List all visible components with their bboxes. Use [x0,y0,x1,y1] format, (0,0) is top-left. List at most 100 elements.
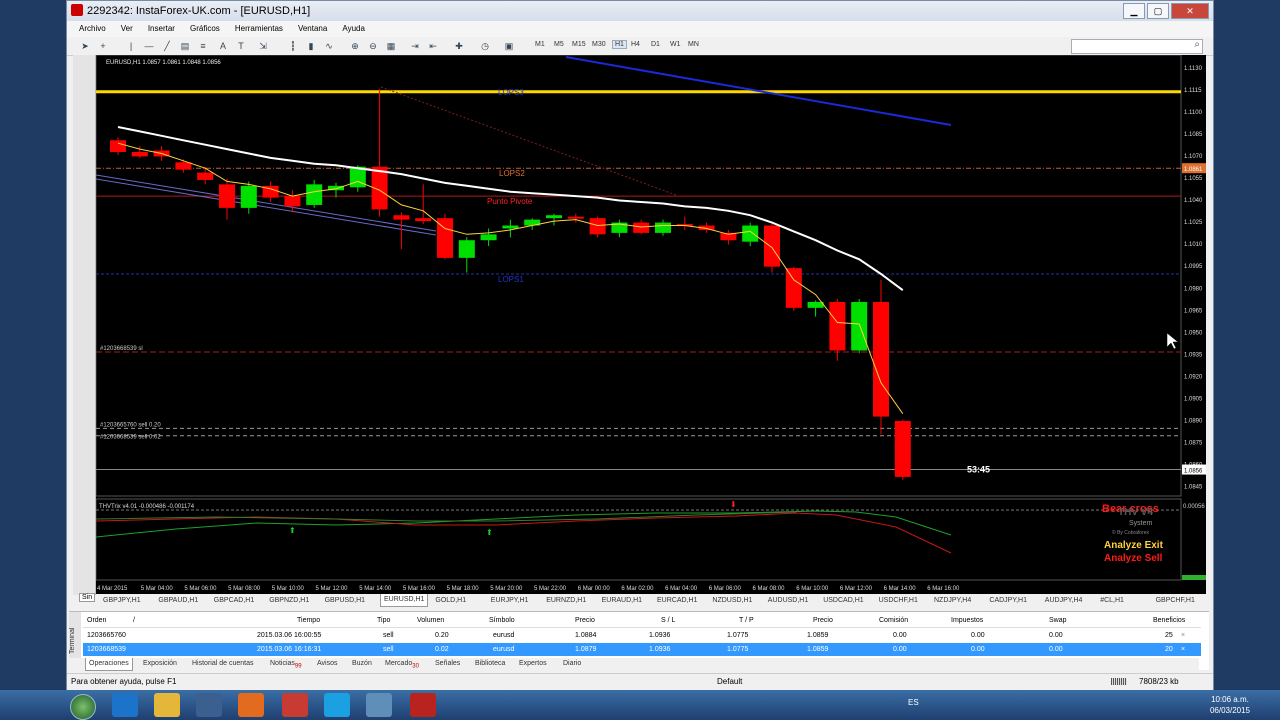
templates-icon[interactable]: ▣ [503,40,515,52]
close-button[interactable]: ✕ [1171,3,1209,19]
crosshair-icon[interactable]: + [97,40,109,52]
trendline-icon[interactable]: ╱ [161,40,173,52]
symbol-tab-gbpnzdh1[interactable]: GBPNZD,H1 [269,595,309,607]
explorer-icon[interactable] [154,693,180,717]
tf-h1[interactable]: H1 [612,40,627,49]
symbol-tab-audusdh1[interactable]: AUDUSD,H1 [768,595,808,607]
tf-m30[interactable]: M30 [592,41,606,48]
tf-m15[interactable]: M15 [572,41,586,48]
tf-m5[interactable]: M5 [554,41,564,48]
symbol-tab-usdchfh1[interactable]: USDCHF,H1 [879,595,918,607]
menu-ver[interactable]: Ver [121,21,133,37]
minimize-button[interactable]: ▁ [1123,3,1145,19]
col-precio[interactable]: Precio [575,614,595,627]
tab-operaciones[interactable]: Operaciones [85,658,133,671]
tab-exposicin[interactable]: Exposición [143,658,177,670]
chart-shift-icon[interactable]: ⇤ [427,40,439,52]
search-input[interactable]: ⌕ [1071,39,1203,54]
clock[interactable]: 10:06 a.m. 06/03/2015 [1210,694,1250,716]
symbol-tab-gbpchfh1[interactable]: GBPCHF,H1 [1156,595,1195,607]
tab-expertos[interactable]: Expertos [519,658,547,670]
maximize-button[interactable]: ▢ [1147,3,1169,19]
tf-w1[interactable]: W1 [670,41,681,48]
tile-icon[interactable]: ▦ [385,40,397,52]
col-impuestos[interactable]: Impuestos [951,614,983,627]
bar-chart-icon[interactable]: ┇ [287,40,299,52]
symbol-tab-goldh1[interactable]: GOLD,H1 [435,595,466,607]
col-tipo[interactable]: Tipo [377,614,390,627]
text-icon[interactable]: A [217,40,229,52]
tf-mn[interactable]: MN [688,41,699,48]
tab-buzn[interactable]: Buzón [352,658,372,670]
cursor-icon[interactable]: ➤ [79,40,91,52]
tab-seales[interactable]: Señales [435,658,460,670]
col-comision[interactable]: Comisión [879,614,908,627]
menu-ventana[interactable]: Ventana [298,21,327,37]
col-beneficios[interactable]: Beneficios [1153,614,1185,627]
metatrader-icon[interactable] [410,693,436,717]
zoom-out-icon[interactable]: ⊖ [367,40,379,52]
chart-canvas[interactable]: 1.1130 1.1115 1.1100 1.1085 1.1070 1.1055 1.10… [96,55,1206,594]
autoscroll-icon[interactable]: ⇥ [409,40,421,52]
menu-graficos[interactable]: Gráficos [190,21,220,37]
symbol-tab-eurusdh1[interactable]: EURUSD,H1 [380,594,429,607]
symbol-tab-gbpusdh1[interactable]: GBPUSD,H1 [325,595,365,607]
symbol-tab-gbpjpyh1[interactable]: GBPJPY,H1 [103,595,141,607]
col-tp[interactable]: T / P [739,614,754,627]
tf-d1[interactable]: D1 [651,41,660,48]
menu-ayuda[interactable]: Ayuda [342,21,365,37]
horizontal-line-icon[interactable]: — [143,40,155,52]
col-precio2[interactable]: Precio [813,614,833,627]
symbol-tab-audjpyh4[interactable]: AUDJPY,H4 [1045,595,1083,607]
tab-noticias[interactable]: Noticias99 [270,658,302,672]
symbol-tab-nzdusdh1[interactable]: NZDUSD,H1 [712,595,752,607]
symbol-tab-euraudh1[interactable]: EURAUD,H1 [602,595,642,607]
menu-insertar[interactable]: Insertar [148,21,175,37]
symbol-tab-cadjpyh1[interactable]: CADJPY,H1 [989,595,1027,607]
col-sl[interactable]: S / L [661,614,675,627]
col-orden[interactable]: Orden [87,614,106,627]
col-volumen[interactable]: Volumen [417,614,444,627]
navigator-strip[interactable] [73,55,96,595]
symbol-tab-clh1[interactable]: #CL,H1 [1100,595,1124,607]
network-app-icon[interactable] [366,693,392,717]
fibonacci-icon[interactable]: ≡ [197,40,209,52]
title-bar[interactable]: 2292342: InstaForex-UK.com - [EURUSD,H1]… [67,1,1213,21]
menu-herramientas[interactable]: Herramientas [235,21,283,37]
col-swap[interactable]: Swap [1049,614,1067,627]
candle-chart-icon[interactable]: ▮ [305,40,317,52]
symbol-tab-eurjpyh1[interactable]: EURJPY,H1 [491,595,529,607]
tab-biblioteca[interactable]: Biblioteca [475,658,505,670]
symbol-tab-usdcadh1[interactable]: USDCAD,H1 [823,595,863,607]
language-indicator[interactable]: ES [908,698,919,707]
tf-h4[interactable]: H4 [631,41,640,48]
col-tiempo[interactable]: Tiempo [297,614,320,627]
line-chart-icon[interactable]: ∿ [323,40,335,52]
search-app-icon[interactable] [196,693,222,717]
table-row[interactable]: 1203665760 2015.03.06 16:00:55 sell 0.20… [83,629,1201,642]
symbol-tab-eurnzdh1[interactable]: EURNZD,H1 [546,595,586,607]
indicators-icon[interactable]: ✚ [453,40,465,52]
start-button[interactable] [70,694,96,720]
symbol-tab-nzdjpyh4[interactable]: NZDJPY,H4 [934,595,971,607]
symbol-tab-eurcadh1[interactable]: EURCAD,H1 [657,595,697,607]
tf-m1[interactable]: M1 [535,41,545,48]
tab-diario[interactable]: Diario [563,658,581,670]
col-orden-sort[interactable]: / [133,614,135,627]
price-chart[interactable]: 1.1130 1.1115 1.1100 1.1085 1.1070 1.1055 1.10… [96,55,1206,594]
close-order-icon[interactable]: × [1181,643,1185,656]
skype-icon[interactable] [324,693,350,717]
tab-historialdecuentas[interactable]: Historial de cuentas [192,658,253,670]
symbol-tab-gbpaudh1[interactable]: GBPAUD,H1 [158,595,198,607]
channel-icon[interactable]: ▤ [179,40,191,52]
symbol-tab-gbpcadh1[interactable]: GBPCAD,H1 [214,595,254,607]
menu-archivo[interactable]: Archivo [79,21,106,37]
label-icon[interactable]: T [235,40,247,52]
firefox-icon[interactable] [238,693,264,717]
periods-icon[interactable]: ◷ [479,40,491,52]
table-row-selected[interactable]: 1203668539 2015.03.06 16:16:31 sell 0.02… [83,643,1201,656]
symbol-tab-head[interactable]: Sin [79,593,96,602]
zoom-in-icon[interactable]: ⊕ [349,40,361,52]
tab-avisos[interactable]: Avisos [317,658,338,670]
chrome-icon[interactable] [282,693,308,717]
